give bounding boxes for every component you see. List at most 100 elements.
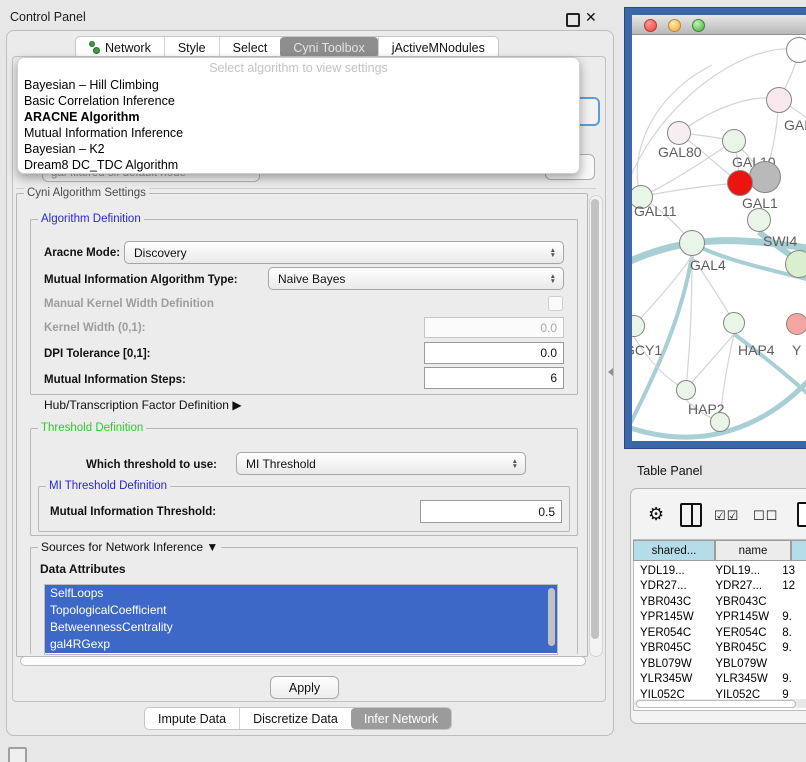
table-column-header[interactable]: name	[715, 540, 791, 561]
table-row[interactable]: YIL052C YIL052C 9	[633, 687, 806, 699]
mi-type-combo[interactable]: Naive Bayes ▲▼	[268, 267, 564, 290]
network-node[interactable]	[747, 208, 771, 232]
network-node[interactable]	[723, 312, 745, 334]
table-row[interactable]: YLR345W YLR345W 9.	[633, 672, 806, 688]
attribute-list-scrollbar[interactable]	[548, 588, 555, 646]
minimize-traffic-light-icon[interactable]	[668, 19, 681, 32]
float-window-icon[interactable]	[566, 13, 580, 27]
cell-value: 8.	[778, 627, 806, 639]
network-node[interactable]	[710, 412, 730, 432]
threshold-definition-title: Threshold Definition	[38, 422, 146, 434]
table-row[interactable]: YDL19... YDL19... 13	[633, 563, 806, 579]
network-node[interactable]	[727, 170, 753, 196]
apply-button[interactable]: Apply	[270, 676, 339, 699]
network-node[interactable]	[679, 230, 705, 256]
control-panel-tab[interactable]: Style	[164, 37, 219, 58]
algorithm-list-item[interactable]: ARACNE Algorithm	[18, 109, 579, 125]
algorithm-list-item[interactable]: Mutual Information Inference	[18, 125, 579, 141]
settings-horizontal-scrollbar[interactable]	[20, 656, 586, 666]
mi-steps-field[interactable]: 6	[424, 367, 564, 389]
network-node[interactable]	[785, 250, 806, 278]
control-panel-title: Control Panel	[10, 10, 86, 24]
network-node[interactable]	[676, 380, 696, 400]
bottom-left-palette-icon[interactable]	[8, 747, 27, 762]
control-panel-tab[interactable]: Cyni Toolbox	[280, 37, 377, 58]
cell-shared-name: YIL052C	[633, 689, 708, 699]
dpi-tolerance-label: DPI Tolerance [0,1]:	[44, 348, 151, 360]
checked-pair-icon[interactable]: ☑☑	[714, 508, 739, 524]
document-icon[interactable]	[797, 502, 806, 527]
unchecked-pair-icon[interactable]: ☐☐	[753, 508, 778, 524]
control-panel-tab[interactable]: Select	[219, 37, 281, 58]
table-row[interactable]: YDR27... YDR27... 12	[633, 579, 806, 595]
tab-label: Network	[105, 41, 151, 55]
close-window-icon[interactable]: ✕	[585, 9, 597, 26]
cell-name: YBR045C	[708, 642, 778, 654]
bottom-tab[interactable]: Infer Network	[351, 708, 451, 729]
network-node-label: GCY1	[632, 342, 662, 358]
table-column-header[interactable]: shared...	[633, 540, 715, 561]
panel-divider-collapse-icon[interactable]	[608, 368, 613, 376]
data-attribute-item[interactable]: SelfLoops	[45, 585, 557, 602]
gear-icon[interactable]: ⚙	[648, 504, 664, 525]
column-header-label: name	[739, 545, 768, 557]
cell-name: YIL052C	[708, 689, 778, 699]
control-panel-tab[interactable]: Network	[76, 37, 164, 58]
cell-name: YLR345W	[708, 673, 778, 685]
kernel-width-field[interactable]: 0.0	[424, 317, 564, 338]
table-row[interactable]: YBL079W YBL079W	[633, 656, 806, 672]
cell-shared-name: YBL079W	[633, 658, 708, 670]
algorithm-list-item[interactable]: Bayesian – K2	[18, 141, 579, 157]
table-scrollbar-thumb[interactable]	[636, 700, 796, 708]
split-columns-icon[interactable]	[680, 503, 702, 527]
mi-threshold-field[interactable]: 0.5	[420, 500, 562, 523]
control-panel-tab[interactable]: jActiveMNodules	[378, 37, 498, 58]
mi-steps-label: Mutual Information Steps:	[44, 374, 186, 386]
network-node[interactable]	[766, 87, 792, 113]
data-attribute-item[interactable]: gal4RGexp	[45, 636, 557, 653]
bottom-tab[interactable]: Discretize Data	[239, 708, 351, 729]
which-threshold-combo[interactable]: MI Threshold ▲▼	[236, 452, 526, 475]
network-node-label: GAL	[784, 117, 806, 133]
algorithm-list-item[interactable]: Dream8 DC_TDC Algorithm	[18, 157, 579, 173]
hub-section-label: Hub/Transcription Factor Definition	[44, 398, 229, 412]
bottom-tab[interactable]: Impute Data	[145, 708, 239, 729]
sources-group-title: Sources for Network Inference	[41, 540, 203, 554]
aracne-mode-value: Discovery	[134, 246, 187, 260]
table-row[interactable]: YPR145W YPR145W 9.	[633, 610, 806, 626]
zoom-traffic-light-icon[interactable]	[692, 19, 705, 32]
table-body: YDL19... YDL19... 13 YDR27... YDR27... 1…	[633, 563, 806, 699]
table-row[interactable]: YER054C YER054C 8.	[633, 625, 806, 641]
network-canvas[interactable]: GALGAL80GAL10GAL1GAL11SWI4GAL4GCY1HAP4YH…	[632, 35, 806, 441]
table-horizontal-scrollbar[interactable]	[634, 699, 806, 708]
algorithm-definition-title: Algorithm Definition	[38, 213, 144, 225]
cell-shared-name: YDR27...	[633, 580, 708, 592]
algorithm-list-item[interactable]: Basic Correlation Inference	[18, 93, 579, 109]
table-column-header[interactable]	[791, 540, 806, 561]
network-window-titlebar[interactable]	[632, 15, 806, 35]
network-node[interactable]	[722, 129, 746, 153]
hub-section-toggle[interactable]: Hub/Transcription Factor Definition ▶	[44, 398, 242, 412]
cell-shared-name: YER054C	[633, 627, 708, 639]
sources-group-toggle[interactable]: Sources for Network Inference ▼	[38, 540, 221, 554]
dpi-tolerance-field[interactable]: 0.0	[424, 342, 564, 364]
network-node[interactable]	[786, 37, 806, 63]
network-node[interactable]	[667, 121, 691, 145]
aracne-mode-combo[interactable]: Discovery ▲▼	[124, 241, 564, 264]
network-node[interactable]	[786, 313, 806, 335]
algorithm-list-item[interactable]: Bayesian – Hill Climbing	[18, 77, 579, 93]
table-header-row: shared... name	[633, 540, 806, 561]
settings-vertical-scrollbar[interactable]	[589, 195, 603, 657]
close-traffic-light-icon[interactable]	[644, 19, 657, 32]
data-attribute-item[interactable]: TopologicalCoefficient	[45, 602, 557, 619]
table-row[interactable]: YBR043C YBR043C	[633, 594, 806, 610]
cell-shared-name: YLR345W	[633, 673, 708, 685]
network-node-label: SWI4	[763, 233, 797, 249]
data-attribute-item[interactable]: BetweennessCentrality	[45, 619, 557, 636]
manual-kernel-checkbox[interactable]	[548, 296, 563, 311]
table-row[interactable]: YBR045C YBR045C 9.	[633, 641, 806, 657]
network-node[interactable]	[749, 161, 781, 193]
settings-scrollbar-thumb[interactable]	[591, 199, 599, 639]
cell-value: 9.	[778, 673, 806, 685]
cell-name: YDL19...	[708, 565, 778, 577]
